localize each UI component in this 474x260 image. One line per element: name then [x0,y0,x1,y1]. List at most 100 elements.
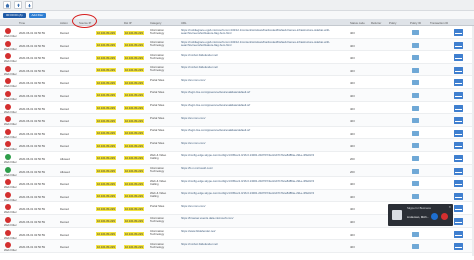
col-time[interactable]: Time [19,21,25,25]
table-row[interactable]: Web Filter 2020-06-01 02:50:59 Denied 10.10… [0,228,474,241]
details-icon[interactable] [412,42,419,48]
cell-url[interactable]: https://login.live.com/ppsecure/deviceva… [181,104,331,107]
cell-action: Denied [60,131,69,136]
message-icon[interactable] [454,79,463,87]
message-icon[interactable] [454,104,463,112]
message-icon[interactable] [454,66,463,74]
details-icon[interactable] [412,181,419,187]
table-row[interactable]: Web Filter 2020-06-01 02:50:59 Denied 10.10… [0,88,474,102]
details-icon[interactable] [412,168,419,174]
details-icon[interactable] [412,92,419,98]
cell-url[interactable]: https://login.live.com/ppsecure/deviceva… [181,91,331,94]
message-icon[interactable] [454,180,463,188]
table-row[interactable]: Web Filter 2020-06-01 02:50:59 Denied 10.10… [0,177,474,190]
details-icon[interactable] [412,67,419,73]
cell-status-code: 403 [350,219,355,224]
cell-url[interactable]: https://login.live.com/ppsecure/deviceva… [181,129,331,132]
details-icon[interactable] [412,55,419,61]
upload-button[interactable] [14,1,22,9]
denied-status-icon: Web Filter [4,65,17,76]
filter-chip[interactable]: 00:00:00 (A) [3,12,26,18]
cell-dest-ip: 10.101.84.229 [124,244,144,249]
cell-url[interactable]: https://mobilegrace.ogsb.microsoft.com:4… [181,41,331,47]
details-icon[interactable] [412,231,419,237]
cell-url[interactable]: https://mmbot.bitdefender.net/ [181,242,331,246]
message-icon[interactable] [454,117,463,125]
message-icon[interactable] [454,142,463,150]
table-row[interactable]: Web Filter 2020-06-01 02:50:59 Denied 10.10… [0,139,474,152]
download-button[interactable] [25,1,33,9]
cell-url[interactable]: https://an.msn.com/ [181,204,331,208]
details-icon[interactable] [412,80,419,86]
close-icon[interactable]: ✕ [448,205,451,209]
message-icon[interactable] [454,192,463,200]
details-icon[interactable] [412,105,419,111]
col-url[interactable]: URL [181,21,187,25]
details-icon[interactable] [412,143,419,149]
table-row[interactable]: Web Filter 2020-06-01 02:50:59 Allowed 10.1… [0,164,474,178]
cell-url[interactable]: https://browser.events.data.microsoft.co… [181,217,331,220]
details-icon[interactable] [412,193,419,199]
message-icon[interactable] [454,129,463,137]
add-filter-button[interactable]: Add filter [28,12,47,18]
col-dest-ip[interactable]: Dst IP [124,21,132,25]
accept-call-button[interactable] [431,213,438,220]
cell-url[interactable]: https://mobilegrace.ogsb.microsoft.com:4… [181,28,331,35]
cell-source-ip: 10.101.84.229 [96,194,116,199]
col-policy-id[interactable]: Policy ID [410,21,421,25]
cell-dest-ip: 10.101.84.229 [124,219,144,224]
home-button[interactable] [3,1,11,9]
message-icon[interactable] [454,230,463,238]
table-row[interactable]: Web Filter 2020-06-01 02:50:59 Denied 10.10… [0,51,474,64]
table-row[interactable]: Web Filter 2020-06-01 02:50:59 Denied 10.10… [0,189,474,203]
table-row[interactable]: Web Filter 2020-06-01 02:50:59 Denied 10.10… [0,102,474,115]
details-icon[interactable] [412,155,419,161]
col-status-code[interactable]: Status code [350,21,365,25]
message-icon[interactable] [454,217,463,225]
message-icon[interactable] [454,167,463,175]
details-icon[interactable] [412,130,419,136]
table-row[interactable]: Web Filter 2020-06-01 02:50:59 Denied 10.10… [0,76,474,89]
cell-url[interactable]: https://an.msn.com/ [181,116,331,120]
message-icon[interactable] [454,243,463,251]
col-category[interactable]: Category [150,21,161,25]
col-referrer[interactable]: Referrer [371,21,381,25]
incoming-call-toast[interactable]: Skype for Business ✕ Lindeman, Mich... [388,204,453,226]
message-icon[interactable] [454,154,463,162]
col-transaction-id[interactable]: Transaction ID [430,21,448,25]
cell-source-ip: 10.101.84.229 [96,30,116,35]
table-row[interactable]: Web Filter 2020-06-01 02:50:59 Allowed 10.1… [0,152,474,165]
cell-url[interactable]: https://an.msn.com/ [181,78,331,82]
message-icon[interactable] [454,29,463,36]
table-row[interactable]: Web Filter 2020-06-01 02:50:59 Denied 10.10… [0,26,474,39]
cell-url[interactable]: https://an.msn.com/ [181,141,331,145]
cell-url[interactable]: https://mmbot.bitdefender.net/ [181,66,331,69]
table-row[interactable]: Web Filter 2020-06-01 02:50:59 Denied 10.10… [0,63,474,77]
details-icon[interactable] [412,118,419,124]
table-row[interactable]: Web Filter 2020-06-01 02:50:59 Denied 10.10… [0,38,474,52]
cell-url[interactable]: https://fs.n.microsoft.com/ [181,167,331,170]
details-icon[interactable] [412,30,419,35]
cell-url[interactable]: https://config.edge.skype.com/config/v1/… [181,154,331,157]
message-icon[interactable] [454,205,463,213]
cell-status-code: 200 [350,169,355,174]
cell-url[interactable]: https://config.edge.skype.com/config/v1/… [181,179,331,183]
message-icon[interactable] [454,54,463,62]
cell-category: Portal Sites [150,77,165,82]
col-policy[interactable]: Policy [389,21,396,25]
decline-call-button[interactable] [441,213,448,220]
cell-url[interactable]: https://mmbot.bitdefender.net/ [181,53,331,57]
status-icon-label: Web Filter [4,197,17,202]
cell-url[interactable]: https://config.edge.skype.com/config/v1/… [181,192,331,195]
col-action[interactable]: Action [60,21,68,25]
cell-source-ip: 10.101.84.229 [96,93,116,98]
cell-dest-ip: 10.101.84.229 [124,68,144,73]
cell-url[interactable]: https://www.bitdefender.net/ [181,230,331,233]
table-row[interactable]: Web Filter 2020-06-01 02:50:59 Denied 10.10… [0,127,474,140]
message-icon[interactable] [454,41,463,49]
table-row[interactable]: Web Filter 2020-06-01 02:50:59 Denied 10.10… [0,114,474,127]
table-row[interactable]: Web Filter 2020-06-01 02:50:59 Denied 10.10… [0,240,474,253]
cell-dest-ip: 10.101.84.229 [124,131,144,136]
details-icon[interactable] [412,244,419,250]
message-icon[interactable] [454,91,463,99]
